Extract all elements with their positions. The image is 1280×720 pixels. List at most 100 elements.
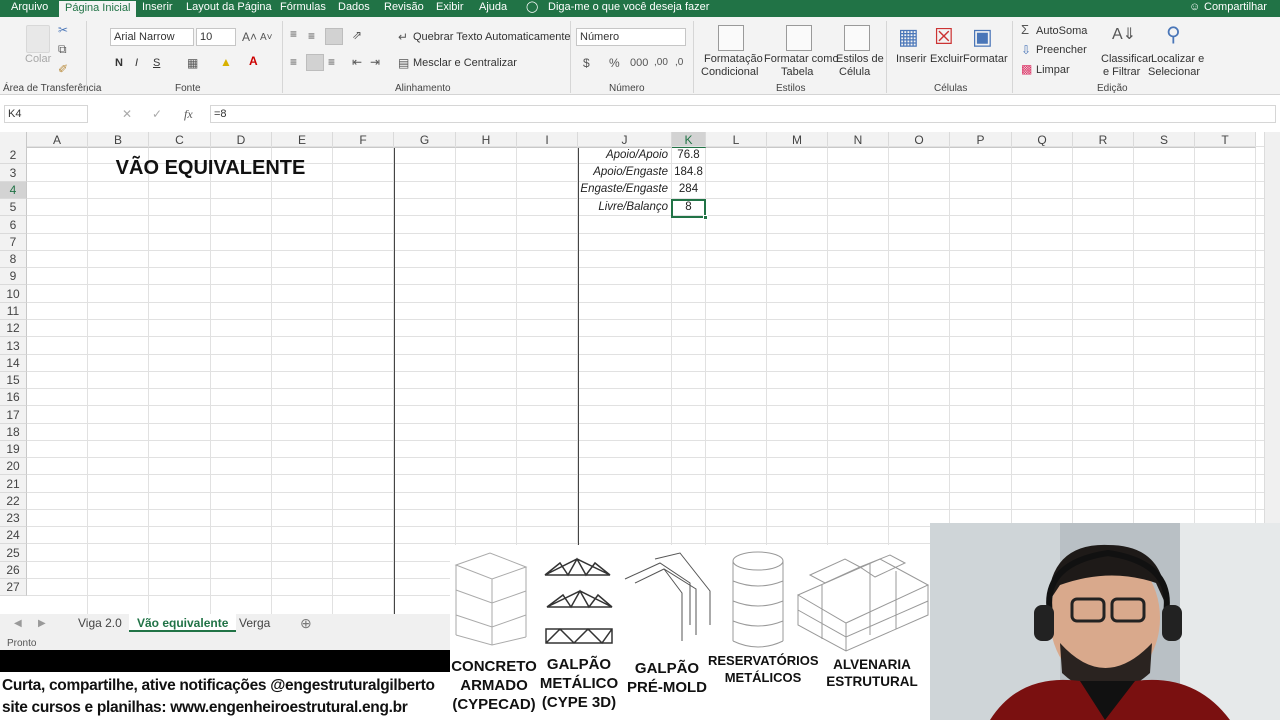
tab-formulas[interactable]: Fórmulas [280,0,326,17]
prev-sheet-icon[interactable]: ◀ [14,617,22,631]
row-header-26[interactable]: 26 [0,562,27,579]
find-select-label-2[interactable]: Selecionar [1148,66,1200,78]
cell-styles-label-2[interactable]: Célula [839,66,870,78]
row-header-19[interactable]: 19 [0,441,27,458]
sort-filter-icon[interactable]: A⇓ [1112,25,1136,45]
delete-cells-icon[interactable]: ☒ [934,25,954,49]
cell-styles-label-1[interactable]: Estilos de [836,53,884,65]
row-header-23[interactable]: 23 [0,510,27,527]
align-middle-icon[interactable]: ≡ [308,29,315,43]
font-size-select[interactable]: 10 [196,28,236,46]
name-box[interactable]: K4 [4,105,88,123]
align-top-icon[interactable]: ≡ [290,27,297,41]
font-color-icon[interactable]: A [249,54,258,68]
tell-me-box[interactable]: Diga-me o que você deseja fazer [548,0,709,17]
copy-icon[interactable]: ⧉ [58,42,67,56]
grow-font-icon[interactable]: A˄ [242,30,257,44]
sort-filter-label-1[interactable]: Classificar [1101,53,1152,65]
next-sheet-icon[interactable]: ▶ [38,617,46,631]
tab-revisao[interactable]: Revisão [384,0,424,17]
tab-arquivo[interactable]: Arquivo [11,0,48,17]
wrap-text-button[interactable]: Quebrar Texto Automaticamente [413,31,571,43]
conditional-format-label-1[interactable]: Formatação [704,53,763,65]
conditional-format-icon[interactable] [718,25,744,51]
tab-inserir[interactable]: Inserir [142,0,173,17]
number-format-select[interactable]: Número [576,28,686,46]
row-header-6[interactable]: 6 [0,216,27,234]
paste-button[interactable]: Colar [25,53,51,65]
paste-icon[interactable] [26,25,50,53]
row-header-25[interactable]: 25 [0,544,27,562]
table-label-cell[interactable]: Apoio/Apoio [578,149,668,161]
row-header-24[interactable]: 24 [0,527,27,544]
fill-color-icon[interactable]: ▲ [220,55,232,69]
row-header-7[interactable]: 7 [0,234,27,251]
add-sheet-icon[interactable]: ⊕ [300,616,312,630]
row-header-21[interactable]: 21 [0,475,27,493]
comma-icon[interactable]: 000 [630,56,648,70]
table-label-cell[interactable]: Apoio/Engaste [578,166,668,178]
underline-button[interactable]: S [153,57,160,69]
decrease-decimal-icon[interactable]: ,0 [675,56,683,70]
format-painter-icon[interactable]: ✐ [58,62,68,76]
formula-input[interactable]: =8 [210,105,1276,123]
row-header-2[interactable]: 2 [0,147,27,164]
insert-function-button[interactable]: fx [184,107,193,122]
format-table-label-1[interactable]: Formatar como [764,53,839,65]
table-label-cell[interactable]: Engaste/Engaste [578,183,668,195]
insert-cells-icon[interactable]: ▦ [898,25,919,49]
row-header-8[interactable]: 8 [0,251,27,268]
vertical-scrollbar[interactable] [1264,132,1280,550]
row-header-3[interactable]: 3 [0,164,27,182]
row-header-27[interactable]: 27 [0,579,27,596]
cell-styles-icon[interactable] [844,25,870,51]
select-all-corner[interactable] [0,132,27,148]
table-value-cell[interactable]: 184.8 [672,166,705,178]
cancel-icon[interactable]: ✕ [122,107,132,121]
row-header-13[interactable]: 13 [0,337,27,355]
row-header-17[interactable]: 17 [0,406,27,424]
sheet-tab-vao-equivalente[interactable]: Vão equivalente [129,614,237,632]
enter-icon[interactable]: ✓ [152,107,162,121]
row-header-11[interactable]: 11 [0,303,27,320]
tab-dados[interactable]: Dados [338,0,370,17]
tab-pagina-inicial[interactable]: Página Inicial [59,0,137,17]
table-value-cell[interactable]: 76.8 [672,149,705,161]
format-cells-button[interactable]: Formatar [963,53,1008,65]
row-header-5[interactable]: 5 [0,199,27,216]
tab-layout[interactable]: Layout da Página [186,0,272,17]
row-header-22[interactable]: 22 [0,493,27,510]
row-header-4[interactable]: 4 [0,182,27,199]
format-cells-icon[interactable]: ▣ [972,25,993,49]
row-header-18[interactable]: 18 [0,424,27,441]
merged-title-cell[interactable]: VÃO EQUIVALENTE [27,153,394,183]
autosum-button[interactable]: AutoSoma [1036,25,1087,37]
delete-cells-button[interactable]: Excluir [930,53,963,65]
row-header-9[interactable]: 9 [0,268,27,285]
increase-indent-icon[interactable]: ⇥ [370,55,380,69]
tab-exibir[interactable]: Exibir [436,0,464,17]
row-header-16[interactable]: 16 [0,389,27,406]
format-table-label-2[interactable]: Tabela [781,66,813,78]
italic-button[interactable]: I [135,57,138,69]
align-center-icon[interactable] [306,54,324,71]
row-header-14[interactable]: 14 [0,355,27,372]
increase-decimal-icon[interactable]: ,00 [654,56,668,70]
orientation-icon[interactable]: ⇗ [352,28,362,42]
share-button[interactable]: Compartilhar [1204,0,1267,17]
borders-icon[interactable]: ▦ [187,56,198,70]
fill-handle[interactable] [703,215,708,220]
shrink-font-icon[interactable]: A˅ [260,31,273,45]
sort-filter-label-2[interactable]: e Filtrar [1103,66,1140,78]
sheet-tab-verga[interactable]: Verga [239,616,270,630]
row-header-20[interactable]: 20 [0,458,27,475]
cut-icon[interactable]: ✂ [58,23,68,37]
table-value-cell[interactable]: 284 [672,183,705,195]
insert-cells-button[interactable]: Inserir [896,53,927,65]
tab-ajuda[interactable]: Ajuda [479,0,507,17]
table-label-cell[interactable]: Livre/Balanço [578,201,668,213]
sheet-tab-viga[interactable]: Viga 2.0 [78,616,122,630]
align-left-icon[interactable]: ≡ [290,55,297,69]
align-right-icon[interactable]: ≡ [328,55,335,69]
percent-icon[interactable]: % [609,56,620,70]
